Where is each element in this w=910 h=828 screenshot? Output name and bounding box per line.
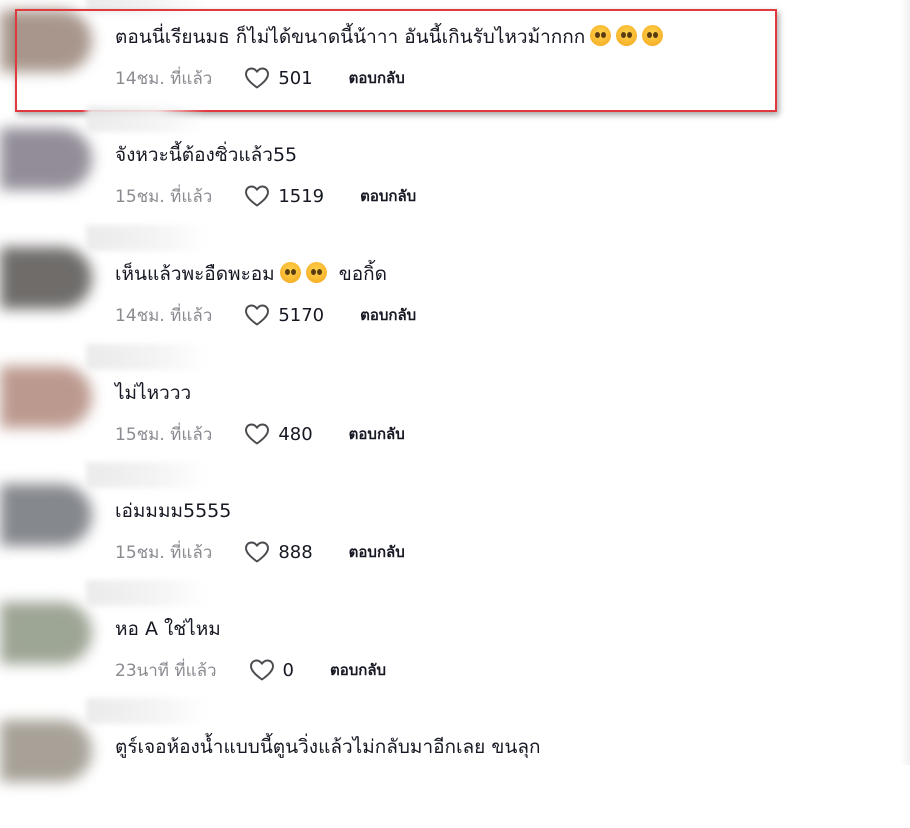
comment-meta: 14ชม. ที่แล้ว 5170 ตอบกลับ xyxy=(115,301,416,329)
username-blurred[interactable] xyxy=(86,106,206,132)
like-count: 0 xyxy=(282,659,294,681)
comment-meta: 15ชม. ที่แล้ว 888 ตอบกลับ xyxy=(115,538,405,566)
comment-text-content: จังหวะนี้ต้องซิ่วแล้ว55 xyxy=(115,144,298,166)
comment-meta: 15ชม. ที่แล้ว 480 ตอบกลับ xyxy=(115,420,405,448)
username-blurred[interactable] xyxy=(86,580,206,606)
reply-button[interactable]: ตอบกลับ xyxy=(330,658,386,682)
comment-item: ตูร์เจอห้องน้ำแบบนี้ตูนวิ่งแล้วไม่กลับมา… xyxy=(0,698,910,828)
heart-outline-icon xyxy=(249,659,274,681)
avatar[interactable] xyxy=(0,128,92,190)
comment-text-content: เอ่มมมม5555 xyxy=(115,500,232,522)
like-count: 1519 xyxy=(278,185,325,207)
comment-item: เห็นแล้วพะอืดพะอม ขอกิ้ด 14ชม. ที่แล้ว 5170… xyxy=(0,225,910,355)
reply-button[interactable]: ตอบกลับ xyxy=(360,184,416,208)
reply-button[interactable]: ตอบกลับ xyxy=(360,303,416,327)
username-blurred[interactable] xyxy=(86,698,206,724)
avatar[interactable] xyxy=(0,720,92,782)
comment-timestamp: 15ชม. ที่แล้ว xyxy=(115,542,213,563)
heart-outline-icon xyxy=(245,423,270,445)
like-count: 5170 xyxy=(278,304,325,326)
comment-item: เอ่มมมม5555 15ชม. ที่แล้ว 888 ตอบกลับ xyxy=(0,462,910,592)
comment-text: เอ่มมมม5555 xyxy=(115,498,231,524)
comment-timestamp: 23นาที ที่แล้ว xyxy=(115,660,217,681)
avatar[interactable] xyxy=(0,366,92,428)
like-count: 888 xyxy=(278,541,313,563)
comment-timestamp: 15ชม. ที่แล้ว xyxy=(115,186,213,207)
scroll-edge xyxy=(900,0,910,765)
comment-text: เห็นแล้วพะอืดพะอม ขอกิ้ด xyxy=(115,261,387,287)
avatar[interactable] xyxy=(0,484,92,546)
comment-text: จังหวะนี้ต้องซิ่วแล้ว55 xyxy=(115,142,297,168)
comment-item: จังหวะนี้ต้องซิ่วแล้ว55 15ชม. ที่แล้ว 1519… xyxy=(0,106,910,236)
comment-meta: 23นาที ที่แล้ว 0 ตอบกลับ xyxy=(115,656,386,684)
pleading-face-emoji-icon xyxy=(305,262,327,283)
avatar[interactable] xyxy=(0,602,92,664)
comment-text-suffix: ขอกิ้ด xyxy=(338,263,387,285)
avatar[interactable] xyxy=(0,247,92,309)
username-blurred[interactable] xyxy=(86,344,206,370)
like-button[interactable]: 0 xyxy=(249,658,294,682)
comment-item: ตอนนี่เรียนมธ ก็ไม่ได้ขนาดนี้น้าาา อันนี… xyxy=(0,0,910,118)
comment-item: หอ A ใช่ไหม 23นาที ที่แล้ว 0 ตอบกลับ xyxy=(0,580,910,710)
like-count: 480 xyxy=(278,423,313,445)
like-button[interactable]: 1519 xyxy=(244,184,324,208)
heart-outline-icon xyxy=(245,304,270,326)
comment-text-content: ไม่ไหววว xyxy=(115,382,192,404)
reply-button[interactable]: ตอบกลับ xyxy=(349,422,405,446)
heart-outline-icon xyxy=(245,185,270,207)
comment-timestamp: 15ชม. ที่แล้ว xyxy=(115,424,213,445)
comment-text-content: เห็นแล้วพะอืดพะอม xyxy=(115,263,275,285)
like-button[interactable]: 888 xyxy=(244,540,313,564)
comment-item: ไม่ไหววว 15ชม. ที่แล้ว 480 ตอบกลับ xyxy=(0,344,910,474)
comment-text: ไม่ไหววว xyxy=(115,380,191,406)
heart-outline-icon xyxy=(245,541,270,563)
reply-button[interactable]: ตอบกลับ xyxy=(349,540,405,564)
comment-text: ตูร์เจอห้องน้ำแบบนี้ตูนวิ่งแล้วไม่กลับมา… xyxy=(115,734,540,760)
comment-text-content: หอ A ใช่ไหม xyxy=(115,618,221,640)
pleading-face-emoji-icon xyxy=(279,262,301,283)
like-button[interactable]: 480 xyxy=(244,422,313,446)
comment-meta: 15ชม. ที่แล้ว 1519 ตอบกลับ xyxy=(115,182,416,210)
comment-text: หอ A ใช่ไหม xyxy=(115,616,221,642)
username-blurred[interactable] xyxy=(86,225,206,251)
highlight-annotation-box xyxy=(15,9,777,112)
username-blurred[interactable] xyxy=(86,462,206,488)
comment-text-content: ตูร์เจอห้องน้ำแบบนี้ตูนวิ่งแล้วไม่กลับมา… xyxy=(115,736,541,758)
like-button[interactable]: 5170 xyxy=(244,303,324,327)
comment-timestamp: 14ชม. ที่แล้ว xyxy=(115,305,213,326)
